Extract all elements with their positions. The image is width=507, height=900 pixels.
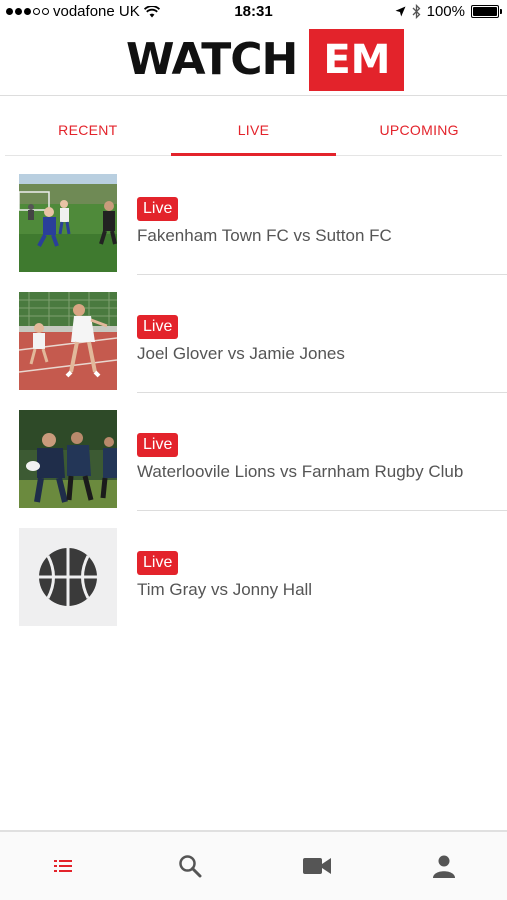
segment-tabs: RECENT LIVE UPCOMING	[5, 104, 502, 156]
event-info: Live Waterloovile Lions vs Farnham Rugby…	[137, 433, 493, 482]
live-badge: Live	[137, 315, 179, 339]
app-logo: WATCH EM	[126, 29, 405, 91]
video-camera-icon	[302, 858, 331, 874]
battery-icon	[471, 5, 502, 18]
list-icon	[54, 860, 73, 872]
nav-search[interactable]	[127, 832, 254, 900]
event-thumbnail	[19, 292, 117, 390]
event-title: Tim Gray vs Jonny Hall	[137, 580, 313, 599]
tab-live[interactable]: LIVE	[170, 104, 337, 156]
nav-profile[interactable]	[380, 832, 507, 900]
location-arrow-icon	[395, 6, 406, 17]
bluetooth-icon	[412, 4, 421, 19]
event-info: Live Joel Glover vs Jamie Jones	[137, 315, 493, 364]
battery-fill	[473, 7, 497, 16]
event-title: Fakenham Town FC vs Sutton FC	[137, 226, 392, 245]
search-icon	[179, 855, 202, 878]
event-list: Live Fakenham Town FC vs Sutton FC Live …	[0, 157, 507, 629]
basketball-icon	[39, 548, 97, 606]
nav-list[interactable]	[0, 832, 127, 900]
status-bar: vodafone UK 18:31 100%	[0, 0, 507, 24]
nav-video[interactable]	[254, 832, 381, 900]
live-badge: Live	[137, 433, 179, 457]
event-info: Live Fakenham Town FC vs Sutton FC	[137, 197, 493, 246]
list-item[interactable]: Live Waterloovile Lions vs Farnham Rugby…	[0, 393, 507, 511]
bottom-tab-bar	[0, 830, 507, 900]
logo-word: WATCH	[126, 34, 298, 85]
event-thumbnail	[19, 528, 117, 626]
event-title: Waterloovile Lions vs Farnham Rugby Club	[137, 462, 464, 481]
tennis-photo	[19, 292, 117, 390]
list-item[interactable]: Live Joel Glover vs Jamie Jones	[0, 275, 507, 393]
rugby-photo	[19, 410, 117, 508]
event-info: Live Tim Gray vs Jonny Hall	[137, 551, 493, 600]
status-right: 100%	[395, 3, 502, 20]
battery-percent: 100%	[426, 3, 465, 20]
app-header: WATCH EM	[0, 24, 507, 96]
logo-badge: EM	[309, 29, 405, 91]
event-thumbnail	[19, 410, 117, 508]
profile-icon	[432, 855, 455, 878]
live-badge: Live	[137, 197, 179, 221]
live-badge: Live	[137, 551, 179, 575]
list-item[interactable]: Live Fakenham Town FC vs Sutton FC	[0, 157, 507, 275]
event-thumbnail	[19, 174, 117, 272]
football-photo	[19, 174, 117, 272]
tab-recent[interactable]: RECENT	[5, 104, 171, 155]
tab-upcoming[interactable]: UPCOMING	[336, 104, 502, 155]
list-item[interactable]: Live Tim Gray vs Jonny Hall	[0, 511, 507, 629]
event-title: Joel Glover vs Jamie Jones	[137, 344, 345, 363]
